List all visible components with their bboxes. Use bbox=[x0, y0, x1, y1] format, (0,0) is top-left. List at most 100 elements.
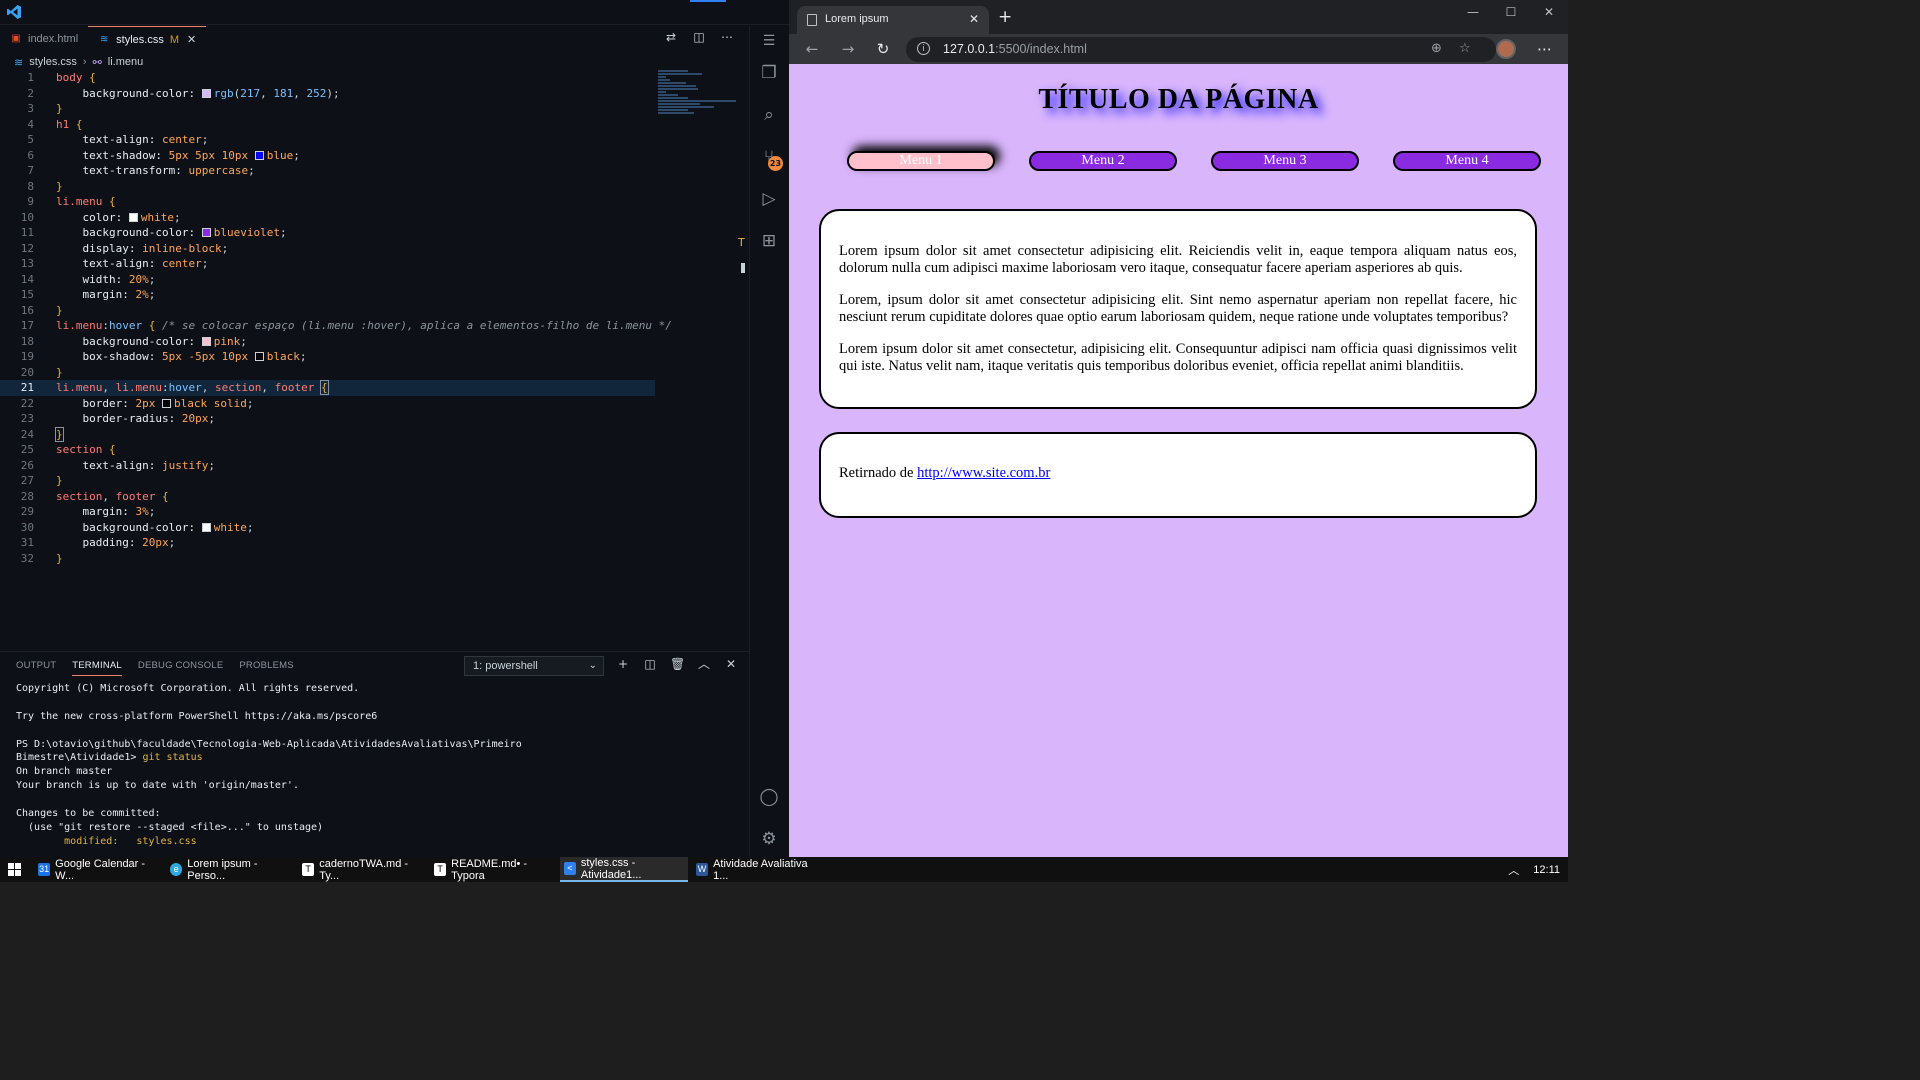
code-line: 27} bbox=[20, 474, 63, 487]
menu-item-2[interactable]: Menu 2 bbox=[1029, 151, 1177, 171]
info-icon[interactable]: i bbox=[917, 42, 930, 55]
footer-link[interactable]: http://www.site.com.br bbox=[917, 465, 1050, 481]
code-line: 32} bbox=[20, 551, 63, 565]
minimize-icon[interactable]: — bbox=[1454, 0, 1492, 26]
calendar-icon: 31 bbox=[38, 863, 51, 876]
system-tray: ︿ 12:11 bbox=[1508, 857, 1560, 882]
more-actions-icon[interactable]: ⋯ bbox=[720, 30, 734, 44]
footer-text: Retirnado de bbox=[839, 465, 918, 481]
close-icon[interactable]: ✕ bbox=[187, 33, 196, 46]
account-icon[interactable]: ◯ bbox=[758, 786, 780, 808]
maximize-icon[interactable]: ☐ bbox=[1492, 0, 1530, 26]
favorites-icon[interactable]: ☆ bbox=[1459, 41, 1471, 56]
close-window-icon[interactable]: ✕ bbox=[1530, 0, 1568, 26]
taskbar-item-label: styles.css - Atividade1... bbox=[580, 856, 642, 881]
terminal-select-value: 1: powershell bbox=[473, 660, 538, 672]
editor-tabs: ▣ index.html ≋ styles.css M ✕ bbox=[0, 26, 740, 52]
windows-start-icon[interactable] bbox=[8, 863, 21, 876]
settings-gear-icon[interactable]: ⚙ bbox=[758, 828, 780, 850]
vscode-window: ▣ index.html ≋ styles.css M ✕ ⇄ ◫ ⋯ ≋ st… bbox=[0, 0, 789, 857]
address-bar[interactable]: i 127.0.0.1:5500/index.html ⊕ ☆ bbox=[906, 37, 1496, 62]
tab-index-html[interactable]: ▣ index.html bbox=[0, 26, 88, 52]
code-line: 1 body { bbox=[27, 71, 96, 84]
activity-bar: ☰ ❐ ⌕ ⑂ 23 ▷ ⊞ ◯ ⚙ bbox=[749, 26, 789, 857]
tab-output[interactable]: OUTPUT bbox=[16, 660, 56, 676]
css-file-icon: ≋ bbox=[99, 33, 109, 45]
terminal-output[interactable]: Copyright (C) Microsoft Corporation. All… bbox=[16, 682, 746, 849]
desktop-screen: ▣ index.html ≋ styles.css M ✕ ⇄ ◫ ⋯ ≋ st… bbox=[0, 0, 1568, 882]
search-icon[interactable]: ⌕ bbox=[758, 104, 780, 126]
terminal-line: PS D:\otavio\github\faculdade\Tecnologia… bbox=[16, 738, 522, 750]
new-terminal-icon[interactable]: + bbox=[616, 657, 630, 671]
tab-terminal[interactable]: TERMINAL bbox=[72, 660, 122, 676]
chevron-up-icon[interactable]: ︿ bbox=[697, 657, 711, 671]
code-line: 16} bbox=[20, 303, 63, 317]
terminal-select[interactable]: 1: powershell ⌄ bbox=[464, 656, 604, 676]
code-editor[interactable]: 1 body { 2 background-color: rgb(217, 181… bbox=[0, 70, 672, 566]
tab-label: index.html bbox=[28, 33, 79, 45]
zoom-icon[interactable]: ⊕ bbox=[1431, 41, 1442, 56]
close-icon[interactable]: ✕ bbox=[724, 657, 738, 671]
code-line: 17 li.menu:hover { /* se colocar espaço (… bbox=[20, 319, 672, 332]
content-section: Lorem ipsum dolor sit amet consectetur a… bbox=[819, 209, 1537, 409]
code-line: 13 text-align: center; bbox=[20, 257, 209, 270]
new-tab-icon[interactable]: + bbox=[998, 9, 1012, 26]
tab-debug-console[interactable]: DEBUG CONSOLE bbox=[138, 660, 223, 676]
minimap[interactable] bbox=[658, 70, 740, 130]
clock[interactable]: 12:11 bbox=[1533, 864, 1560, 876]
more-icon[interactable]: ⋯ bbox=[1537, 40, 1552, 58]
scrollbar-thumb[interactable] bbox=[741, 263, 745, 273]
forward-icon[interactable]: → bbox=[839, 40, 857, 58]
terminal-line: On branch master bbox=[16, 766, 113, 778]
trash-icon[interactable]: 🗑 bbox=[670, 657, 685, 671]
reload-icon[interactable]: ↻ bbox=[874, 40, 892, 58]
close-icon[interactable]: ✕ bbox=[969, 12, 979, 26]
chevron-down-icon: ⌄ bbox=[588, 660, 597, 671]
code-line: 30 background-color: white; bbox=[20, 520, 254, 534]
code-line: 2 background-color: rgb(217, 181, 252); bbox=[27, 86, 340, 100]
code-line: 20} bbox=[20, 365, 63, 379]
breadcrumb-file[interactable]: styles.css bbox=[29, 56, 77, 68]
tab-styles-css[interactable]: ≋ styles.css M ✕ bbox=[88, 26, 207, 52]
code-line-current: 21 li.menu, li.menu:hover, section, foote… bbox=[0, 380, 655, 396]
titlebar-accent bbox=[690, 0, 726, 2]
modified-indicator: M bbox=[169, 33, 179, 46]
browser-tabstrip: Lorem ipsum ✕ + — ☐ ✕ bbox=[789, 0, 1568, 34]
open-changes-icon[interactable]: ⇄ bbox=[664, 30, 678, 44]
menu-icon[interactable]: ☰ bbox=[758, 30, 780, 52]
terminal-prompt-line: Bimestre\Atividade1> git status bbox=[16, 752, 203, 764]
split-editor-icon[interactable]: ◫ bbox=[692, 30, 706, 44]
panel-tabs: OUTPUT TERMINAL DEBUG CONSOLE PROBLEMS bbox=[16, 660, 294, 676]
menu-item-1[interactable]: Menu 1 bbox=[847, 151, 995, 171]
extensions-icon[interactable]: ⊞ bbox=[758, 230, 780, 252]
html-file-icon: ▣ bbox=[11, 33, 21, 44]
browser-tab[interactable]: Lorem ipsum ✕ bbox=[797, 6, 989, 34]
taskbar-item-calendar[interactable]: 31 Google Calendar - W... bbox=[34, 857, 160, 882]
terminal-line: modified: styles.css bbox=[16, 835, 197, 847]
chevron-up-icon[interactable]: ︿ bbox=[1508, 862, 1519, 878]
vscode-icon: < bbox=[564, 862, 576, 875]
code-line: 9 li.menu { bbox=[27, 195, 116, 208]
breadcrumb-symbol[interactable]: li.menu bbox=[108, 56, 143, 68]
menu-item-4[interactable]: Menu 4 bbox=[1393, 151, 1541, 171]
run-debug-icon[interactable]: ▷ bbox=[758, 188, 780, 210]
css-file-icon: ≋ bbox=[14, 56, 24, 69]
code-line: 19 box-shadow: 5px -5px 10px black; bbox=[20, 350, 307, 363]
taskbar-item-edge[interactable]: e Lorem ipsum - Perso... bbox=[166, 857, 292, 882]
taskbar-item-typora-2[interactable]: T README.md• - Typora bbox=[430, 857, 556, 882]
taskbar-item-word[interactable]: W Atividade Avaliativa 1... bbox=[692, 857, 818, 882]
code-line: 7 text-transform: uppercase; bbox=[27, 164, 255, 177]
taskbar-item-vscode[interactable]: < styles.css - Atividade1... bbox=[560, 857, 688, 882]
back-icon[interactable]: ← bbox=[803, 40, 821, 58]
taskbar-item-typora-1[interactable]: T cadernoTWA.md - Ty... bbox=[298, 857, 424, 882]
split-terminal-icon[interactable]: ◫ bbox=[643, 657, 657, 671]
menu-item-3[interactable]: Menu 3 bbox=[1211, 151, 1359, 171]
tab-problems[interactable]: PROBLEMS bbox=[239, 660, 293, 676]
explorer-icon[interactable]: ❐ bbox=[758, 62, 780, 84]
window-controls: — ☐ ✕ bbox=[1454, 0, 1568, 26]
breadcrumb: ≋ styles.css › ⚯ li.menu bbox=[14, 54, 143, 70]
avatar[interactable] bbox=[1496, 39, 1516, 59]
taskbar-item-label: Atividade Avaliativa 1... bbox=[713, 857, 808, 882]
